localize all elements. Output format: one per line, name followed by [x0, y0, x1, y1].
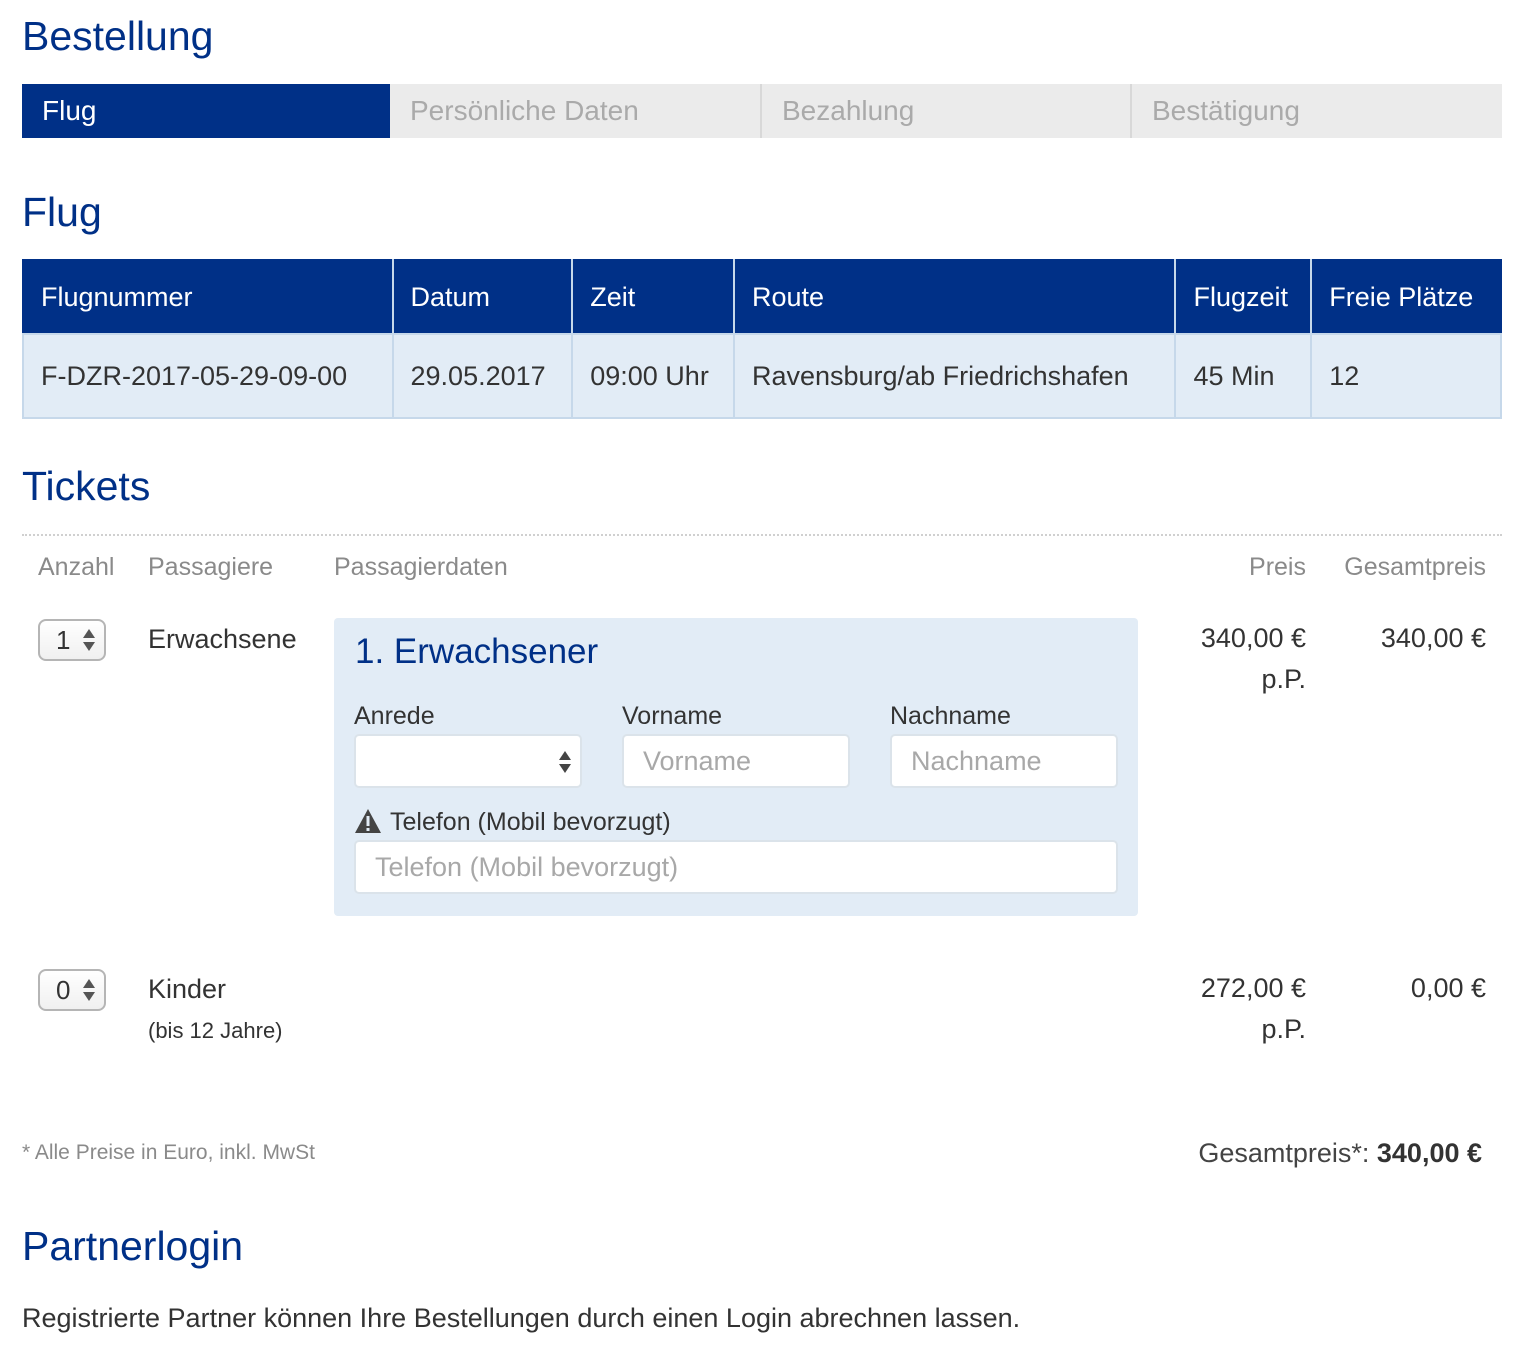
cell-datum: 29.05.2017: [391, 333, 574, 419]
children-price-value: 272,00 €: [1200, 973, 1306, 1003]
step-bezahlung[interactable]: Bezahlung: [762, 84, 1132, 138]
firstname-label: Vorname: [622, 702, 723, 730]
cell-freie-plaetze: 12: [1310, 333, 1502, 419]
children-total: 0,00 €: [1410, 973, 1486, 1003]
column-header-gesamtpreis: Gesamtpreis: [1344, 553, 1486, 581]
children-quantity-value: 0: [56, 975, 71, 1005]
adults-price-value: 340,00 €: [1200, 623, 1306, 653]
stepper-arrows-icon[interactable]: [82, 977, 96, 1003]
passenger-form-title: 1. Erwachsener: [355, 632, 599, 671]
tickets-heading: Tickets: [22, 463, 151, 509]
grand-total: Gesamtpreis*: 340,00 €: [1198, 1138, 1482, 1169]
column-header-route: Route: [732, 259, 1177, 335]
column-header-passagiere: Passagiere: [148, 553, 274, 581]
select-arrows-icon: [559, 751, 571, 773]
table-row: F-DZR-2017-05-29-09-00 29.05.2017 09:00 …: [22, 333, 1502, 419]
flight-table: Flugnummer Datum Zeit Route Flugzeit Fre…: [22, 259, 1502, 419]
column-header-passagierdaten: Passagierdaten: [334, 553, 508, 581]
divider: [22, 534, 1502, 536]
order-steps: Flug Persönliche Daten Bezahlung Bestäti…: [22, 84, 1502, 138]
column-header-flugzeit: Flugzeit: [1174, 259, 1313, 335]
lastname-label: Nachname: [890, 702, 1011, 730]
adults-quantity-stepper[interactable]: 1: [38, 619, 106, 661]
partnerlogin-heading: Partnerlogin: [22, 1223, 244, 1269]
cell-route: Ravensburg/ab Friedrichshafen: [732, 333, 1177, 419]
firstname-input[interactable]: Vorname: [622, 734, 850, 788]
cell-flugzeit: 45 Min: [1174, 333, 1313, 419]
salutation-select[interactable]: [354, 734, 582, 788]
salutation-label: Anrede: [354, 702, 435, 730]
price-footnote: * Alle Preise in Euro, inkl. MwSt: [22, 1141, 315, 1164]
step-bestaetigung[interactable]: Bestätigung: [1132, 84, 1502, 138]
adults-price-unit: p.P.: [1261, 664, 1306, 694]
adults-quantity-value: 1: [56, 625, 71, 655]
grand-total-value: 340,00 €: [1376, 1138, 1482, 1168]
adults-label: Erwachsene: [148, 624, 297, 654]
step-persoenliche-daten[interactable]: Persönliche Daten: [390, 84, 762, 138]
adults-total: 340,00 €: [1380, 623, 1486, 653]
cell-zeit: 09:00 Uhr: [571, 333, 735, 419]
children-price-unit: p.P.: [1261, 1014, 1306, 1044]
children-quantity-stepper[interactable]: 0: [38, 969, 106, 1011]
children-price: 272,00 € p.P.: [1201, 968, 1306, 1050]
passenger-form-adult-1: 1. Erwachsener Anrede Vorname Nachname V…: [334, 618, 1138, 916]
flight-table-header: Flugnummer Datum Zeit Route Flugzeit Fre…: [22, 259, 1502, 335]
page-title: Bestellung: [22, 13, 214, 59]
children-sublabel: (bis 12 Jahre): [148, 1018, 283, 1043]
lastname-input[interactable]: Nachname: [890, 734, 1118, 788]
column-header-preis: Preis: [1249, 553, 1306, 581]
step-flug[interactable]: Flug: [22, 84, 390, 138]
column-header-datum: Datum: [391, 259, 574, 335]
column-header-flugnummer: Flugnummer: [22, 259, 394, 335]
cell-flugnummer: F-DZR-2017-05-29-09-00: [22, 333, 394, 419]
grand-total-label: Gesamtpreis*:: [1198, 1138, 1377, 1168]
column-header-freie-plaetze: Freie Plätze: [1310, 259, 1502, 335]
adults-price: 340,00 € p.P.: [1201, 618, 1306, 700]
stepper-arrows-icon[interactable]: [82, 627, 96, 653]
children-label: Kinder: [148, 974, 227, 1004]
partnerlogin-text: Registrierte Partner können Ihre Bestell…: [22, 1303, 1021, 1333]
column-header-anzahl: Anzahl: [38, 553, 115, 581]
column-header-zeit: Zeit: [571, 259, 735, 335]
phone-label: Telefon (Mobil bevorzugt): [390, 808, 671, 836]
warning-icon: [355, 809, 381, 833]
phone-input[interactable]: Telefon (Mobil bevorzugt): [354, 840, 1118, 894]
flight-heading: Flug: [22, 189, 102, 235]
